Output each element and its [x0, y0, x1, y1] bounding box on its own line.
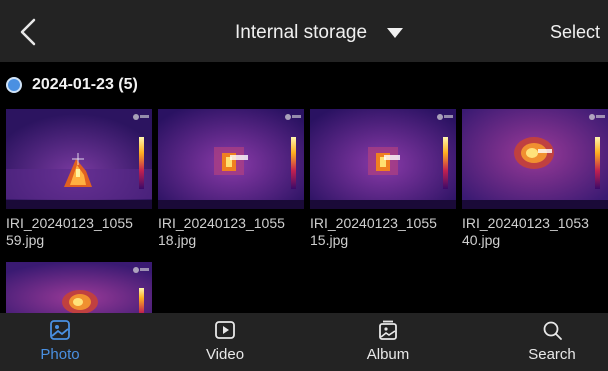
- nav-photo[interactable]: Photo: [0, 313, 120, 371]
- nav-search-label: Search: [528, 346, 576, 363]
- thermal-thumbnail: [6, 109, 152, 209]
- nav-album[interactable]: Album: [328, 313, 448, 371]
- thermal-thumbnail: [310, 109, 456, 209]
- photo-tile[interactable]: IRI_20240123_1053 40.jpg: [462, 109, 608, 249]
- thermal-thumbnail: [462, 109, 608, 209]
- storage-dropdown[interactable]: Internal storage: [235, 20, 404, 46]
- photo-tile[interactable]: IRI_20240123_1055 18.jpg: [158, 109, 304, 249]
- bottom-navigation: Photo Video Album Search: [0, 313, 608, 371]
- nav-album-label: Album: [366, 346, 410, 363]
- search-icon: [543, 321, 562, 340]
- photo-filename: IRI_20240123_1053 40.jpg: [462, 215, 589, 248]
- nav-video-label: Video: [205, 346, 245, 363]
- caret-down-icon: [387, 28, 404, 38]
- date-group-header: 2024-01-23 (5): [6, 74, 138, 96]
- album-icon: [379, 320, 397, 340]
- photo-tile[interactable]: [6, 262, 152, 313]
- photo-tile[interactable]: IRI_20240123_1055 15.jpg: [310, 109, 456, 249]
- chevron-left-icon[interactable]: [14, 16, 42, 48]
- photo-filename: IRI_20240123_1055 18.jpg: [158, 215, 285, 248]
- select-button[interactable]: Select: [550, 22, 600, 43]
- nav-photo-label: Photo: [40, 346, 80, 363]
- photo-icon: [50, 320, 70, 340]
- photo-filename: IRI_20240123_1055 59.jpg: [6, 215, 133, 248]
- top-app-bar: Internal storage Select: [0, 0, 608, 62]
- storage-title: Internal storage: [235, 22, 368, 43]
- date-group-label: 2024-01-23 (5): [32, 76, 138, 93]
- thermal-thumbnail: [6, 262, 152, 313]
- group-select-radio[interactable]: [6, 77, 22, 93]
- photo-tile[interactable]: IRI_20240123_1055 59.jpg: [6, 109, 152, 249]
- nav-video[interactable]: Video: [165, 313, 285, 371]
- thermal-thumbnail: [158, 109, 304, 209]
- nav-search[interactable]: Search: [492, 313, 608, 371]
- photo-filename: IRI_20240123_1055 15.jpg: [310, 215, 437, 248]
- video-icon: [215, 321, 235, 339]
